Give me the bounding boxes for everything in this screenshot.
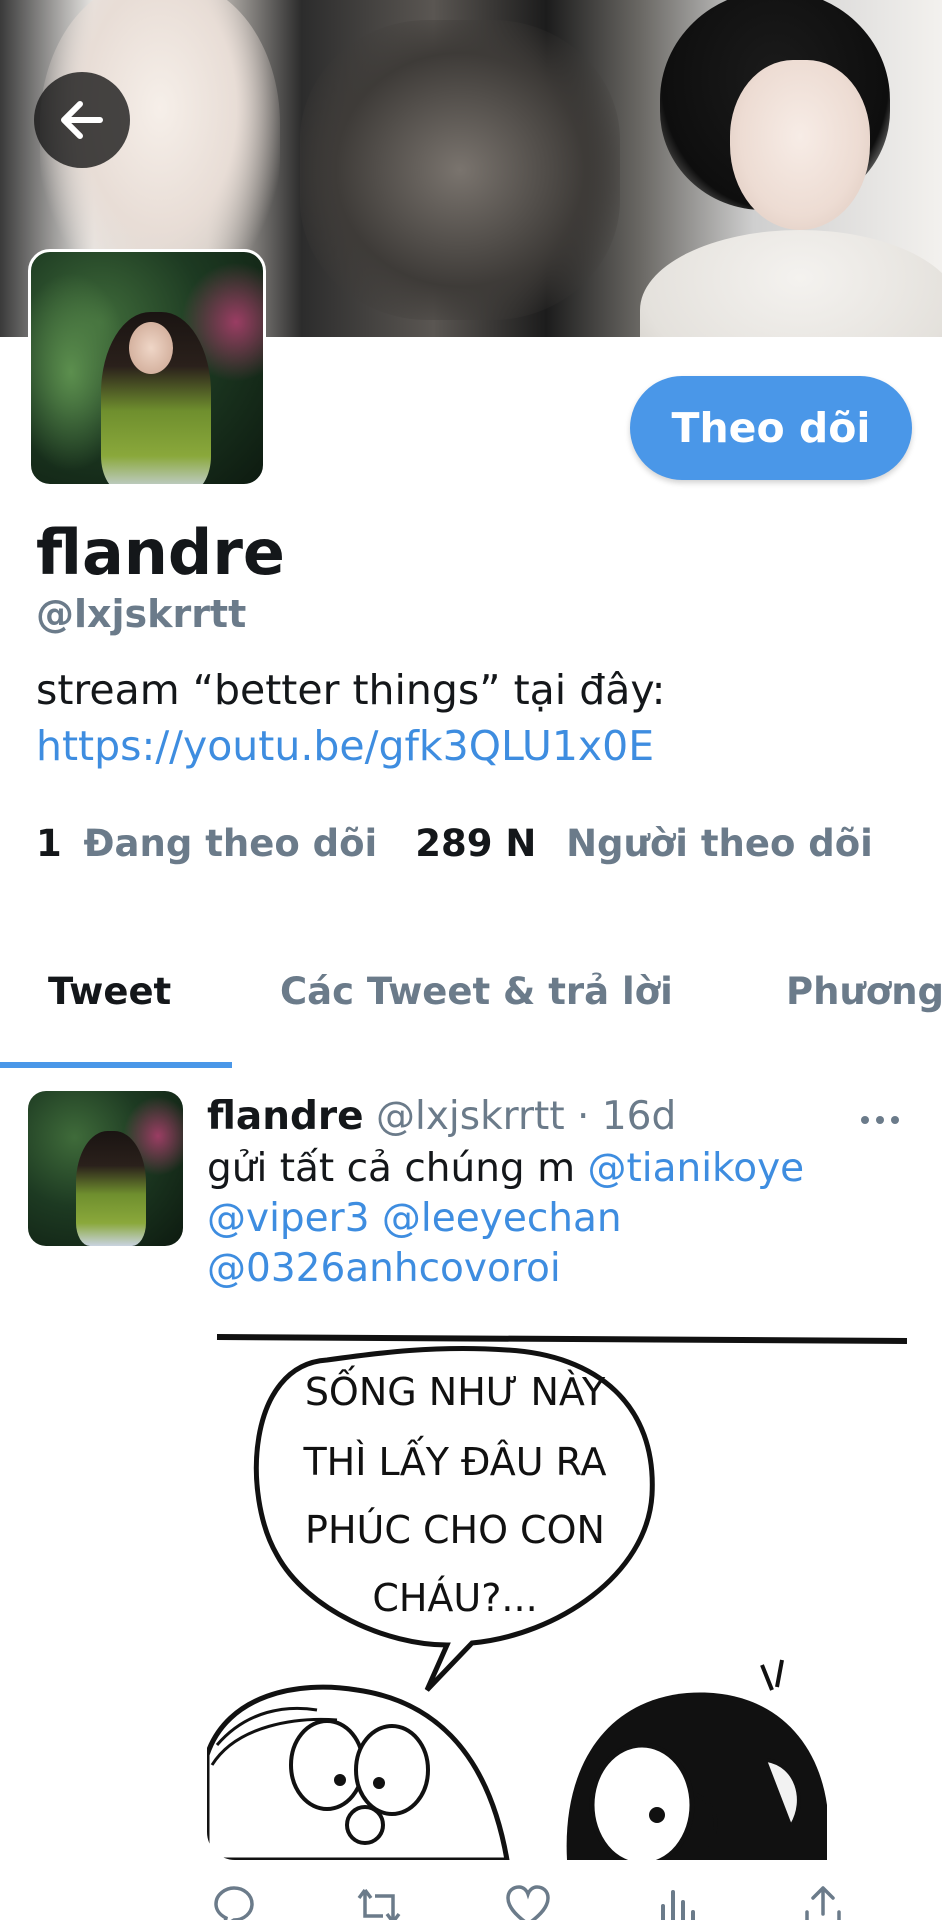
comic-caption-line: THÌ LẤY ĐÂU RA [302,1436,606,1484]
avatar-face [129,322,173,374]
tab-tweets[interactable]: Tweet [48,970,171,1090]
share-icon [805,1886,841,1920]
mention-link[interactable]: @viper3 [207,1196,370,1241]
tweet-image[interactable]: SỐNG NHƯ NÀY THÌ LẤY ĐÂU RA PHÚC CHO CON… [207,1325,912,1860]
mention-link[interactable]: @tianikoye [587,1146,804,1191]
tweet-separator: · [577,1094,590,1139]
heart-icon [506,1885,550,1920]
tweet-time: 16d [601,1094,677,1139]
tweet-author-handle: @lxjskrrtt [376,1094,565,1139]
profile-handle: @lxjskrrtt [36,592,247,636]
tweet-avatar-person [76,1131,146,1246]
comic-caption-line: SỐNG NHƯ NÀY [305,1366,606,1414]
profile-bio-link[interactable]: https://youtu.be/gfk3QLU1x0E [36,722,654,770]
profile-tabs: Tweet Các Tweet & trả lời Phương [0,945,942,1065]
reply-icon [214,1886,254,1920]
mention-link[interactable]: @leeyechan [382,1196,622,1241]
retweet-button[interactable] [355,1882,403,1920]
followers-stat[interactable]: 289 N Người theo dõi [415,822,873,865]
back-button[interactable] [34,72,130,168]
tweet-header: flandre @lxjskrrtt · 16d [207,1094,676,1139]
tweet-author-name[interactable]: flandre [207,1094,364,1139]
more-horizontal-icon [861,1116,899,1124]
tweet-body: gửi tất cả chúng m [207,1146,576,1191]
tab-tweets-and-replies[interactable]: Các Tweet & trả lời [280,970,673,1090]
profile-stats: 1 Đang theo dõi 289 N Người theo dõi [36,822,873,865]
followers-label: Người theo dõi [566,822,873,865]
profile-bio: stream “better things” tại đây: [36,666,666,714]
analytics-icon [661,1890,695,1920]
active-tab-indicator [0,1062,232,1068]
analytics-button[interactable] [653,1882,701,1920]
following-label: Đang theo dõi [83,822,378,865]
share-button[interactable] [799,1882,847,1920]
retweet-icon [357,1888,401,1920]
tweet-avatar[interactable] [28,1091,183,1246]
comic-illustration: SỐNG NHƯ NÀY THÌ LẤY ĐÂU RA PHÚC CHO CON… [207,1334,908,1860]
reply-button[interactable] [210,1882,258,1920]
follow-button[interactable]: Theo dõi [630,376,912,480]
tweet-more-button[interactable] [860,1100,900,1140]
tweet-actions [207,1882,857,1920]
comic-caption-line: CHÁU?... [372,1576,537,1620]
tab-media[interactable]: Phương [786,970,942,1090]
followers-count: 289 N [415,822,537,865]
following-stat[interactable]: 1 Đang theo dõi [36,822,377,865]
mention-link[interactable]: @0326anhcovoroi [207,1246,561,1291]
banner-figure-shoulder [640,230,942,337]
following-count: 1 [36,822,62,865]
profile-avatar[interactable] [28,249,266,487]
like-button[interactable] [504,1882,552,1920]
profile-name: flandre [36,516,285,589]
tweet-text: gửi tất cả chúng m @tianikoye @viper3 @l… [207,1144,927,1294]
comic-caption-line: PHÚC CHO CON [305,1508,605,1552]
banner-blur-crowd [300,20,620,320]
banner-figure-face [730,60,870,230]
arrow-left-icon [61,101,103,139]
